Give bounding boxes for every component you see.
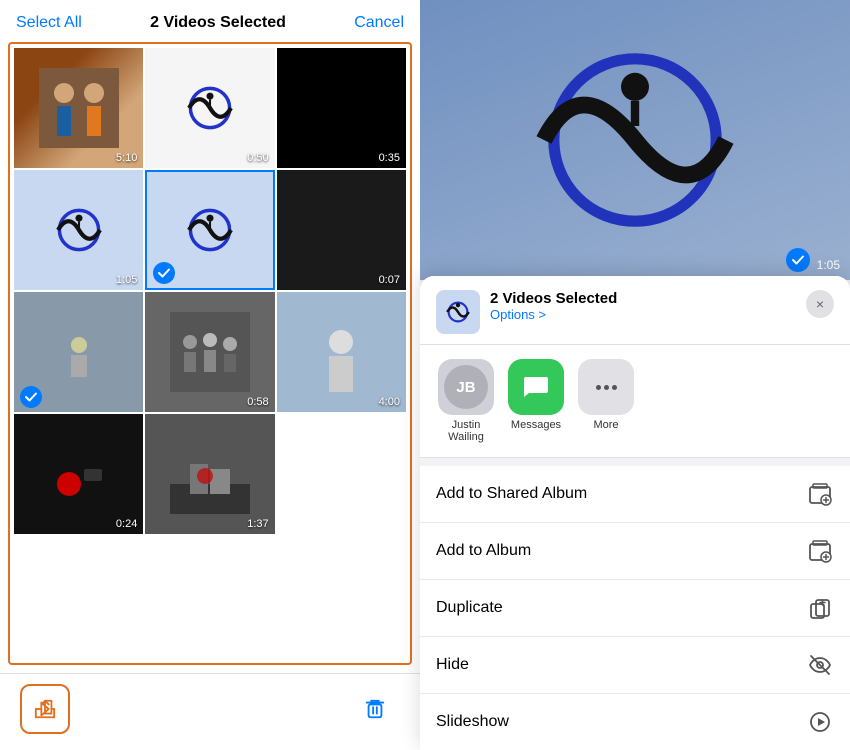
selected-check-badge <box>20 386 42 408</box>
left-panel: Select All 2 Videos Selected Cancel 5:10 <box>0 0 420 750</box>
three-dots-icon <box>596 385 617 390</box>
logo-thumb-icon <box>175 205 245 255</box>
video-duration: 0:24 <box>116 518 137 530</box>
speaker-thumb-icon <box>301 312 381 392</box>
share-icon <box>34 698 56 720</box>
share-close-button[interactable]: × <box>806 290 834 318</box>
video-duration: 5:10 <box>116 152 137 164</box>
video-grid: 5:10 0:50 0:35 <box>8 42 412 665</box>
messages-icon <box>508 359 564 415</box>
share-sheet-header: 2 Videos Selected Options > × <box>420 276 850 345</box>
video-item-2[interactable]: 0:50 <box>145 48 274 168</box>
add-shared-album-item[interactable]: Add to Shared Album <box>420 466 850 523</box>
street-thumb-icon <box>170 434 250 514</box>
crowd-thumb-icon <box>170 312 250 392</box>
preview-duration: 1:05 <box>817 258 840 272</box>
share-thumb <box>436 290 480 334</box>
video-duration: 0:07 <box>379 274 400 286</box>
video-duration: 1:37 <box>247 518 268 530</box>
video-item-6[interactable]: 0:07 <box>277 170 406 290</box>
preview-logo-icon <box>495 40 775 240</box>
people-thumb-icon <box>39 68 119 148</box>
messages-label: Messages <box>511 419 561 431</box>
video-item-1[interactable]: 5:10 <box>14 48 143 168</box>
shared-album-icon <box>806 480 834 508</box>
video-duration: 0:50 <box>247 152 268 164</box>
add-album-icon <box>806 537 834 565</box>
video-item-8[interactable]: 0:58 <box>145 292 274 412</box>
video-item-10[interactable]: 0:24 <box>14 414 143 534</box>
video-duration: 1:05 <box>116 274 137 286</box>
slideshow-item[interactable]: Slideshow <box>420 694 850 750</box>
slideshow-label: Slideshow <box>436 713 509 731</box>
share-options-link[interactable]: Options > <box>490 307 806 322</box>
check-icon <box>24 390 38 404</box>
duplicate-item[interactable]: Duplicate <box>420 580 850 637</box>
share-button[interactable] <box>20 684 70 734</box>
video-preview: 1:05 <box>420 0 850 280</box>
video-duration: 0:58 <box>247 396 268 408</box>
hide-icon <box>806 651 834 679</box>
check-icon <box>791 253 805 267</box>
top-bar: Select All 2 Videos Selected Cancel <box>0 0 420 42</box>
share-sheet-title: 2 Videos Selected <box>490 290 806 307</box>
logo-thumb-icon <box>175 83 245 133</box>
camera-thumb-icon <box>49 444 109 504</box>
video-item-9[interactable]: 4:00 <box>277 292 406 412</box>
preview-check-badge <box>786 248 810 272</box>
duplicate-label: Duplicate <box>436 599 503 617</box>
video-item-4[interactable]: 1:05 <box>14 170 143 290</box>
message-bubble-icon <box>521 372 551 402</box>
add-album-label: Add to Album <box>436 542 531 560</box>
add-album-item[interactable]: Add to Album <box>420 523 850 580</box>
video-duration: 0:35 <box>379 152 400 164</box>
share-messages-item[interactable]: Messages <box>506 359 566 443</box>
video-item-5[interactable] <box>145 170 274 290</box>
action-list: Add to Shared Album Add to Album <box>420 466 850 750</box>
video-item-11[interactable]: 1:37 <box>145 414 274 534</box>
wall-thumb-icon <box>49 327 109 377</box>
more-icon <box>578 359 634 415</box>
share-apps-row: JB JustinWailing Messages More <box>420 345 850 458</box>
contact-label: JustinWailing <box>448 419 484 443</box>
trash-icon <box>364 697 386 721</box>
logo-thumb-icon <box>44 205 114 255</box>
hide-item[interactable]: Hide <box>420 637 850 694</box>
contact-avatar: JB <box>444 365 488 409</box>
video-item-3[interactable]: 0:35 <box>277 48 406 168</box>
duplicate-icon <box>806 594 834 622</box>
more-label: More <box>593 419 618 431</box>
check-icon <box>157 266 171 280</box>
video-duration: 4:00 <box>379 396 400 408</box>
video-item-7[interactable] <box>14 292 143 412</box>
share-header-text: 2 Videos Selected Options > <box>490 290 806 322</box>
add-shared-album-label: Add to Shared Album <box>436 485 587 503</box>
hide-label: Hide <box>436 656 469 674</box>
slideshow-icon <box>806 708 834 736</box>
share-thumb-logo-icon <box>440 299 476 325</box>
bottom-toolbar <box>0 673 420 750</box>
share-sheet: 2 Videos Selected Options > × JB JustinW… <box>420 276 850 750</box>
cancel-button[interactable]: Cancel <box>354 14 404 32</box>
selection-title: 2 Videos Selected <box>150 14 286 32</box>
share-contact-item[interactable]: JB JustinWailing <box>436 359 496 443</box>
contact-icon: JB <box>438 359 494 415</box>
share-more-item[interactable]: More <box>576 359 636 443</box>
delete-button[interactable] <box>350 684 400 734</box>
select-all-button[interactable]: Select All <box>16 14 82 32</box>
right-panel: 1:05 2 Videos Selected Options > × <box>420 0 850 750</box>
